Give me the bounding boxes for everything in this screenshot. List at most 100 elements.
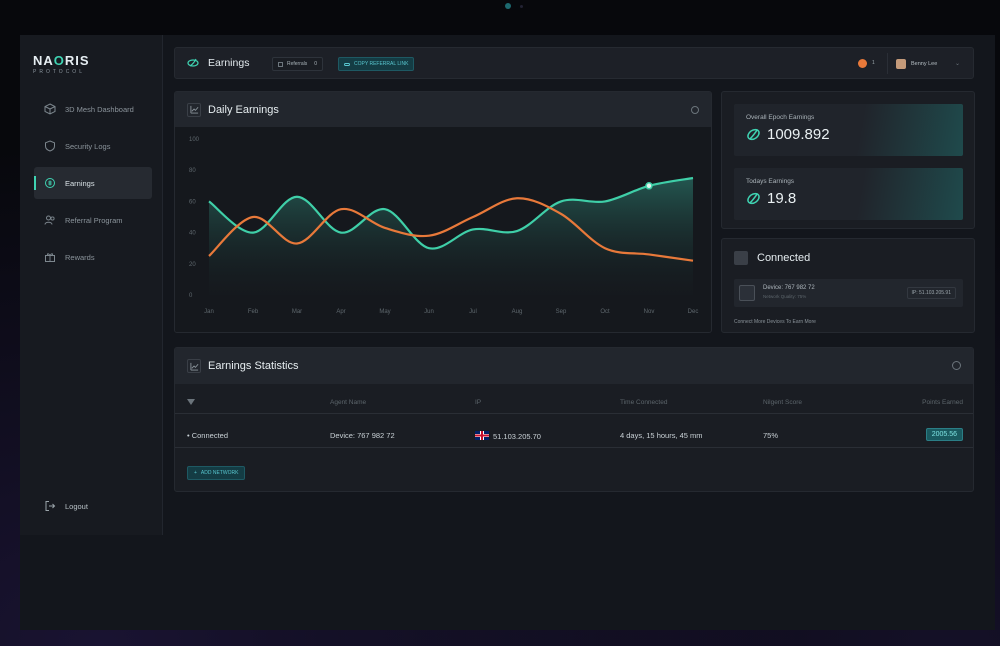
sidebar-item-label: Rewards (65, 252, 95, 262)
top-header: Earnings Referrals 0 COPY REFERRAL LINK … (174, 47, 974, 79)
todays-earnings-label: Todays Earnings (746, 178, 795, 185)
row-agent-name: Device: 767 982 72 (330, 431, 395, 440)
daily-earnings-card: Daily Earnings 0 20 40 60 80 100 Jan Feb Mar Apr M… (174, 91, 712, 333)
logo[interactable]: NAORIS PROTOCOL (33, 53, 90, 75)
chart-icon (187, 102, 201, 117)
notification-bell-icon[interactable] (858, 59, 867, 68)
daily-earnings-title: Daily Earnings (208, 103, 279, 116)
row-status: • Connected (187, 431, 228, 440)
row-time-connected: 4 days, 15 hours, 45 mm (620, 431, 703, 440)
daily-earnings-header: Daily Earnings (175, 92, 711, 127)
x-tick-label: Nov (644, 309, 655, 315)
y-tick-label: 0 (189, 293, 193, 299)
x-tick-label: Aug (512, 309, 523, 315)
add-network-button[interactable]: + ADD NETWORK (187, 466, 246, 480)
naoris-coin-icon (747, 128, 760, 141)
notification-count: 1 (872, 60, 875, 66)
sidebar-item-security-logs[interactable]: Security Logs (34, 130, 152, 162)
add-network-label: ADD NETWORK (200, 470, 239, 476)
logout-icon (44, 500, 56, 512)
sidebar-item-referral-program[interactable]: Referral Program (34, 204, 152, 236)
row-nilgent-score: 75% (763, 431, 779, 440)
sidebar-item-label: Referral Program (65, 215, 123, 225)
x-tick-label: Apr (336, 309, 345, 315)
page-title-text: Earnings (208, 57, 250, 69)
overall-epoch-earnings-stat: Overall Epoch Earnings 1009.892 (734, 104, 963, 156)
epoch-earnings-label: Overall Epoch Earnings (746, 114, 815, 121)
sidebar-item-earnings[interactable]: Earnings (34, 167, 152, 199)
screen: NAORIS PROTOCOL 3D Mesh Dashboard Securi… (20, 35, 995, 630)
earnings-statistics-header: Earnings Statistics (175, 348, 973, 384)
epoch-earnings-value: 1009.892 (767, 126, 830, 143)
chevron-down-icon: ⌄ (954, 61, 960, 67)
avatar (896, 58, 906, 69)
connected-header: Connected (734, 251, 810, 265)
row-points-earned-badge: 2005.56 (925, 428, 963, 441)
connected-card: Connected Device: 767 982 72 Network Qua… (721, 238, 975, 333)
row-points-earned: 2005.56 (931, 431, 957, 438)
copy-referral-link-button[interactable]: COPY REFERRAL LINK (338, 57, 415, 71)
users-icon (44, 214, 56, 226)
logout-label: Logout (65, 501, 88, 511)
sidebar-item-label: Security Logs (65, 141, 111, 151)
connected-device-row[interactable]: Device: 767 982 72 Network Quality: 75% … (734, 279, 963, 307)
x-tick-label: Jan (204, 309, 214, 315)
table-header: Agent Name IP Time Connected Nilgent Sco… (175, 394, 973, 414)
plus-icon: + (194, 470, 197, 476)
x-tick-label: Jun (424, 309, 434, 315)
logo-wordmark: NAORIS (33, 53, 90, 68)
column-header-agent-name[interactable]: Agent Name (330, 399, 366, 406)
column-header-points-earned[interactable]: Points Earned (922, 399, 963, 406)
y-tick-label: 20 (189, 262, 196, 268)
x-tick-label: Jul (469, 309, 477, 315)
filter-icon[interactable] (187, 399, 195, 405)
connected-title: Connected (757, 252, 811, 264)
device-quality: Network Quality: 75% (763, 294, 807, 299)
copy-referral-label: COPY REFERRAL LINK (354, 61, 409, 67)
camera-sensor (520, 5, 523, 8)
link-icon (344, 62, 350, 66)
column-header-nilgent-score[interactable]: Nilgent Score (763, 399, 802, 406)
logo-tagline: PROTOCOL (33, 69, 85, 75)
data-point-highlight[interactable] (645, 182, 653, 190)
earnings-icon (187, 58, 199, 67)
camera-dot (505, 3, 511, 9)
logout-button[interactable]: Logout (44, 500, 88, 512)
row-status-text: Connected (191, 431, 228, 440)
todays-earnings-value: 19.8 (767, 190, 797, 207)
cube-icon (44, 103, 56, 115)
gift-icon (44, 251, 56, 263)
page-title: Earnings (187, 57, 249, 69)
computer-icon (739, 285, 755, 301)
daily-earnings-chart: 0 20 40 60 80 100 Jan Feb Mar Apr May Jun Jul Aug Sep O… (175, 127, 711, 332)
y-tick-label: 100 (189, 137, 200, 143)
column-header-ip[interactable]: IP (475, 399, 481, 406)
device-icon (734, 251, 748, 265)
settings-icon[interactable] (691, 106, 699, 114)
sidebar-item-rewards[interactable]: Rewards (34, 241, 152, 273)
search-icon[interactable] (952, 361, 961, 370)
referrals-count: 0 (314, 61, 318, 67)
earnings-statistics-card: Earnings Statistics Agent Name IP Time C… (174, 347, 974, 492)
referrals-label: Referrals (287, 61, 308, 67)
earnings-summary-card: Overall Epoch Earnings 1009.892 Todays E… (721, 91, 975, 229)
sidebar-nav: 3D Mesh Dashboard Security Logs Earnings… (34, 93, 152, 278)
earnings-line-chart: 0 20 40 60 80 100 Jan Feb Mar Apr May Jun Jul Aug Sep O… (189, 137, 698, 315)
referrals-button[interactable]: Referrals 0 (272, 57, 324, 71)
x-tick-label: Oct (600, 309, 610, 315)
referrals-icon (278, 61, 283, 67)
sidebar-item-3d-mesh-dashboard[interactable]: 3D Mesh Dashboard (34, 93, 152, 125)
sidebar-item-label: 3D Mesh Dashboard (65, 104, 134, 114)
x-tick-label: Sep (556, 309, 567, 315)
connect-more-devices-link[interactable]: Connect More Devices To Earn More (734, 319, 816, 325)
user-menu[interactable]: Benny Lee ⌄ (887, 53, 963, 74)
todays-earnings-stat: Todays Earnings 19.8 (734, 168, 963, 220)
sidebar-item-label: Earnings (65, 178, 95, 188)
x-tick-label: Feb (248, 309, 259, 315)
table-row[interactable]: • Connected Device: 767 982 72 51.103.20… (175, 422, 973, 448)
column-header-time-connected[interactable]: Time Connected (620, 399, 667, 406)
earnings-statistics-title: Earnings Statistics (208, 360, 299, 372)
todays-earnings-value-row: 19.8 (746, 190, 796, 207)
shield-icon (44, 140, 56, 152)
uk-flag-icon (475, 431, 489, 440)
